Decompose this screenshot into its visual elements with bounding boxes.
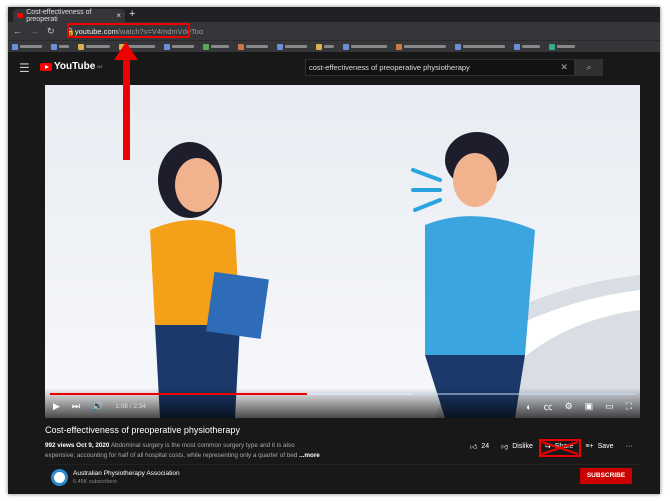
region-code: NZ bbox=[97, 64, 103, 69]
time-display: 1:08 / 2:34 bbox=[115, 403, 146, 410]
volume-icon[interactable]: 🔊 bbox=[92, 401, 103, 412]
bookmark-item[interactable] bbox=[238, 43, 268, 50]
progress-bar[interactable] bbox=[50, 393, 635, 395]
video-description[interactable]: 992 views Oct 9, 2020 Abdominal surgery … bbox=[45, 441, 325, 461]
player-controls: ▶ ⏭ 🔊 1:08 / 2:34 ◐ ㏄ ⚙ ▣ ▭ ⛶ bbox=[45, 388, 640, 418]
bookmark-item[interactable] bbox=[549, 43, 575, 50]
dislike-button[interactable]: 👎︎ Dislike bbox=[501, 442, 533, 451]
tab-bar: Cost-effectiveness of preoperati × + bbox=[8, 7, 660, 23]
bookmarks-bar bbox=[8, 40, 660, 52]
upload-date: Oct 9, 2020 bbox=[76, 442, 110, 449]
new-tab-button[interactable]: + bbox=[129, 8, 135, 20]
save-button[interactable]: ≡+ Save bbox=[585, 443, 613, 450]
video-actions: 👍︎24 👎︎Dislike ↪Share ≡+Save ··· bbox=[470, 438, 633, 457]
menu-icon[interactable]: ☰ bbox=[19, 61, 30, 75]
bookmark-item[interactable] bbox=[51, 43, 69, 50]
play-icon[interactable]: ▶ bbox=[53, 401, 60, 412]
reload-icon[interactable]: ↻ bbox=[47, 26, 55, 37]
next-icon[interactable]: ⏭ bbox=[72, 401, 80, 412]
share-button[interactable]: ↪Share bbox=[538, 438, 581, 457]
red-arrow-annotation bbox=[114, 42, 138, 160]
red-cross-annotation bbox=[538, 438, 581, 457]
youtube-play-icon bbox=[40, 62, 52, 71]
theater-icon[interactable]: ▭ bbox=[605, 401, 614, 412]
more-link[interactable]: ...more bbox=[299, 452, 320, 459]
bookmark-item[interactable] bbox=[164, 43, 194, 50]
youtube-logo[interactable]: YouTube NZ bbox=[40, 61, 103, 72]
bookmark-item[interactable] bbox=[455, 43, 505, 50]
logo-text: YouTube bbox=[54, 61, 96, 72]
fullscreen-icon[interactable]: ⛶ bbox=[626, 401, 632, 412]
like-count: 24 bbox=[481, 443, 490, 450]
thumbs-down-icon: 👎︎ bbox=[501, 444, 509, 451]
settings-icon[interactable]: ⚙ bbox=[565, 401, 573, 412]
channel-row: Australian Physiotherapy Association 6.4… bbox=[45, 464, 640, 487]
bookmark-item[interactable] bbox=[343, 43, 387, 50]
channel-avatar[interactable] bbox=[51, 469, 68, 486]
channel-name[interactable]: Australian Physiotherapy Association bbox=[73, 470, 180, 477]
bookmark-item[interactable] bbox=[277, 43, 307, 50]
bookmark-item[interactable] bbox=[514, 43, 540, 50]
bookmark-item[interactable] bbox=[203, 43, 229, 50]
autoplay-toggle[interactable]: ◐ bbox=[526, 402, 531, 412]
subscriber-count: 6.45K subscribers bbox=[73, 479, 118, 485]
like-button[interactable]: 👍︎ 24 bbox=[470, 442, 489, 451]
save-label: Save bbox=[597, 443, 614, 450]
subscribe-button[interactable]: SUBSCRIBE bbox=[580, 468, 632, 484]
add-playlist-icon: ≡+ bbox=[585, 443, 594, 450]
tab-title: Cost-effectiveness of preoperati bbox=[26, 8, 92, 23]
captions-icon[interactable]: ㏄ bbox=[544, 400, 553, 413]
bookmark-item[interactable] bbox=[396, 43, 446, 50]
bookmark-item[interactable] bbox=[316, 43, 334, 50]
youtube-favicon-icon bbox=[17, 13, 24, 18]
youtube-header: ☰ YouTube NZ cost-effectiveness of preope… bbox=[8, 52, 660, 82]
bookmark-item[interactable] bbox=[12, 43, 42, 50]
back-icon[interactable]: ← bbox=[13, 26, 22, 36]
search-input[interactable]: cost-effectiveness of preoperative physi… bbox=[305, 59, 575, 76]
thumbs-up-icon: 👍︎ bbox=[470, 444, 478, 451]
search-value: cost-effectiveness of preoperative physi… bbox=[309, 63, 470, 72]
bookmark-item[interactable] bbox=[78, 43, 110, 50]
url-highlight-annotation bbox=[67, 23, 190, 38]
browser-tab[interactable]: Cost-effectiveness of preoperati × bbox=[13, 8, 125, 23]
close-tab-icon[interactable]: × bbox=[116, 11, 121, 20]
search-button[interactable]: ⌕ bbox=[575, 59, 603, 76]
forward-icon[interactable]: → bbox=[30, 26, 39, 36]
search-icon: ⌕ bbox=[586, 62, 592, 72]
more-actions-icon[interactable]: ··· bbox=[626, 443, 633, 450]
played-bar bbox=[50, 393, 308, 395]
view-count: 992 views bbox=[45, 442, 75, 449]
clear-search-icon[interactable]: ✕ bbox=[560, 62, 568, 73]
video-title: Cost-effectiveness of preoperative physi… bbox=[45, 425, 240, 435]
miniplayer-icon[interactable]: ▣ bbox=[585, 401, 594, 412]
dislike-label: Dislike bbox=[512, 443, 533, 450]
